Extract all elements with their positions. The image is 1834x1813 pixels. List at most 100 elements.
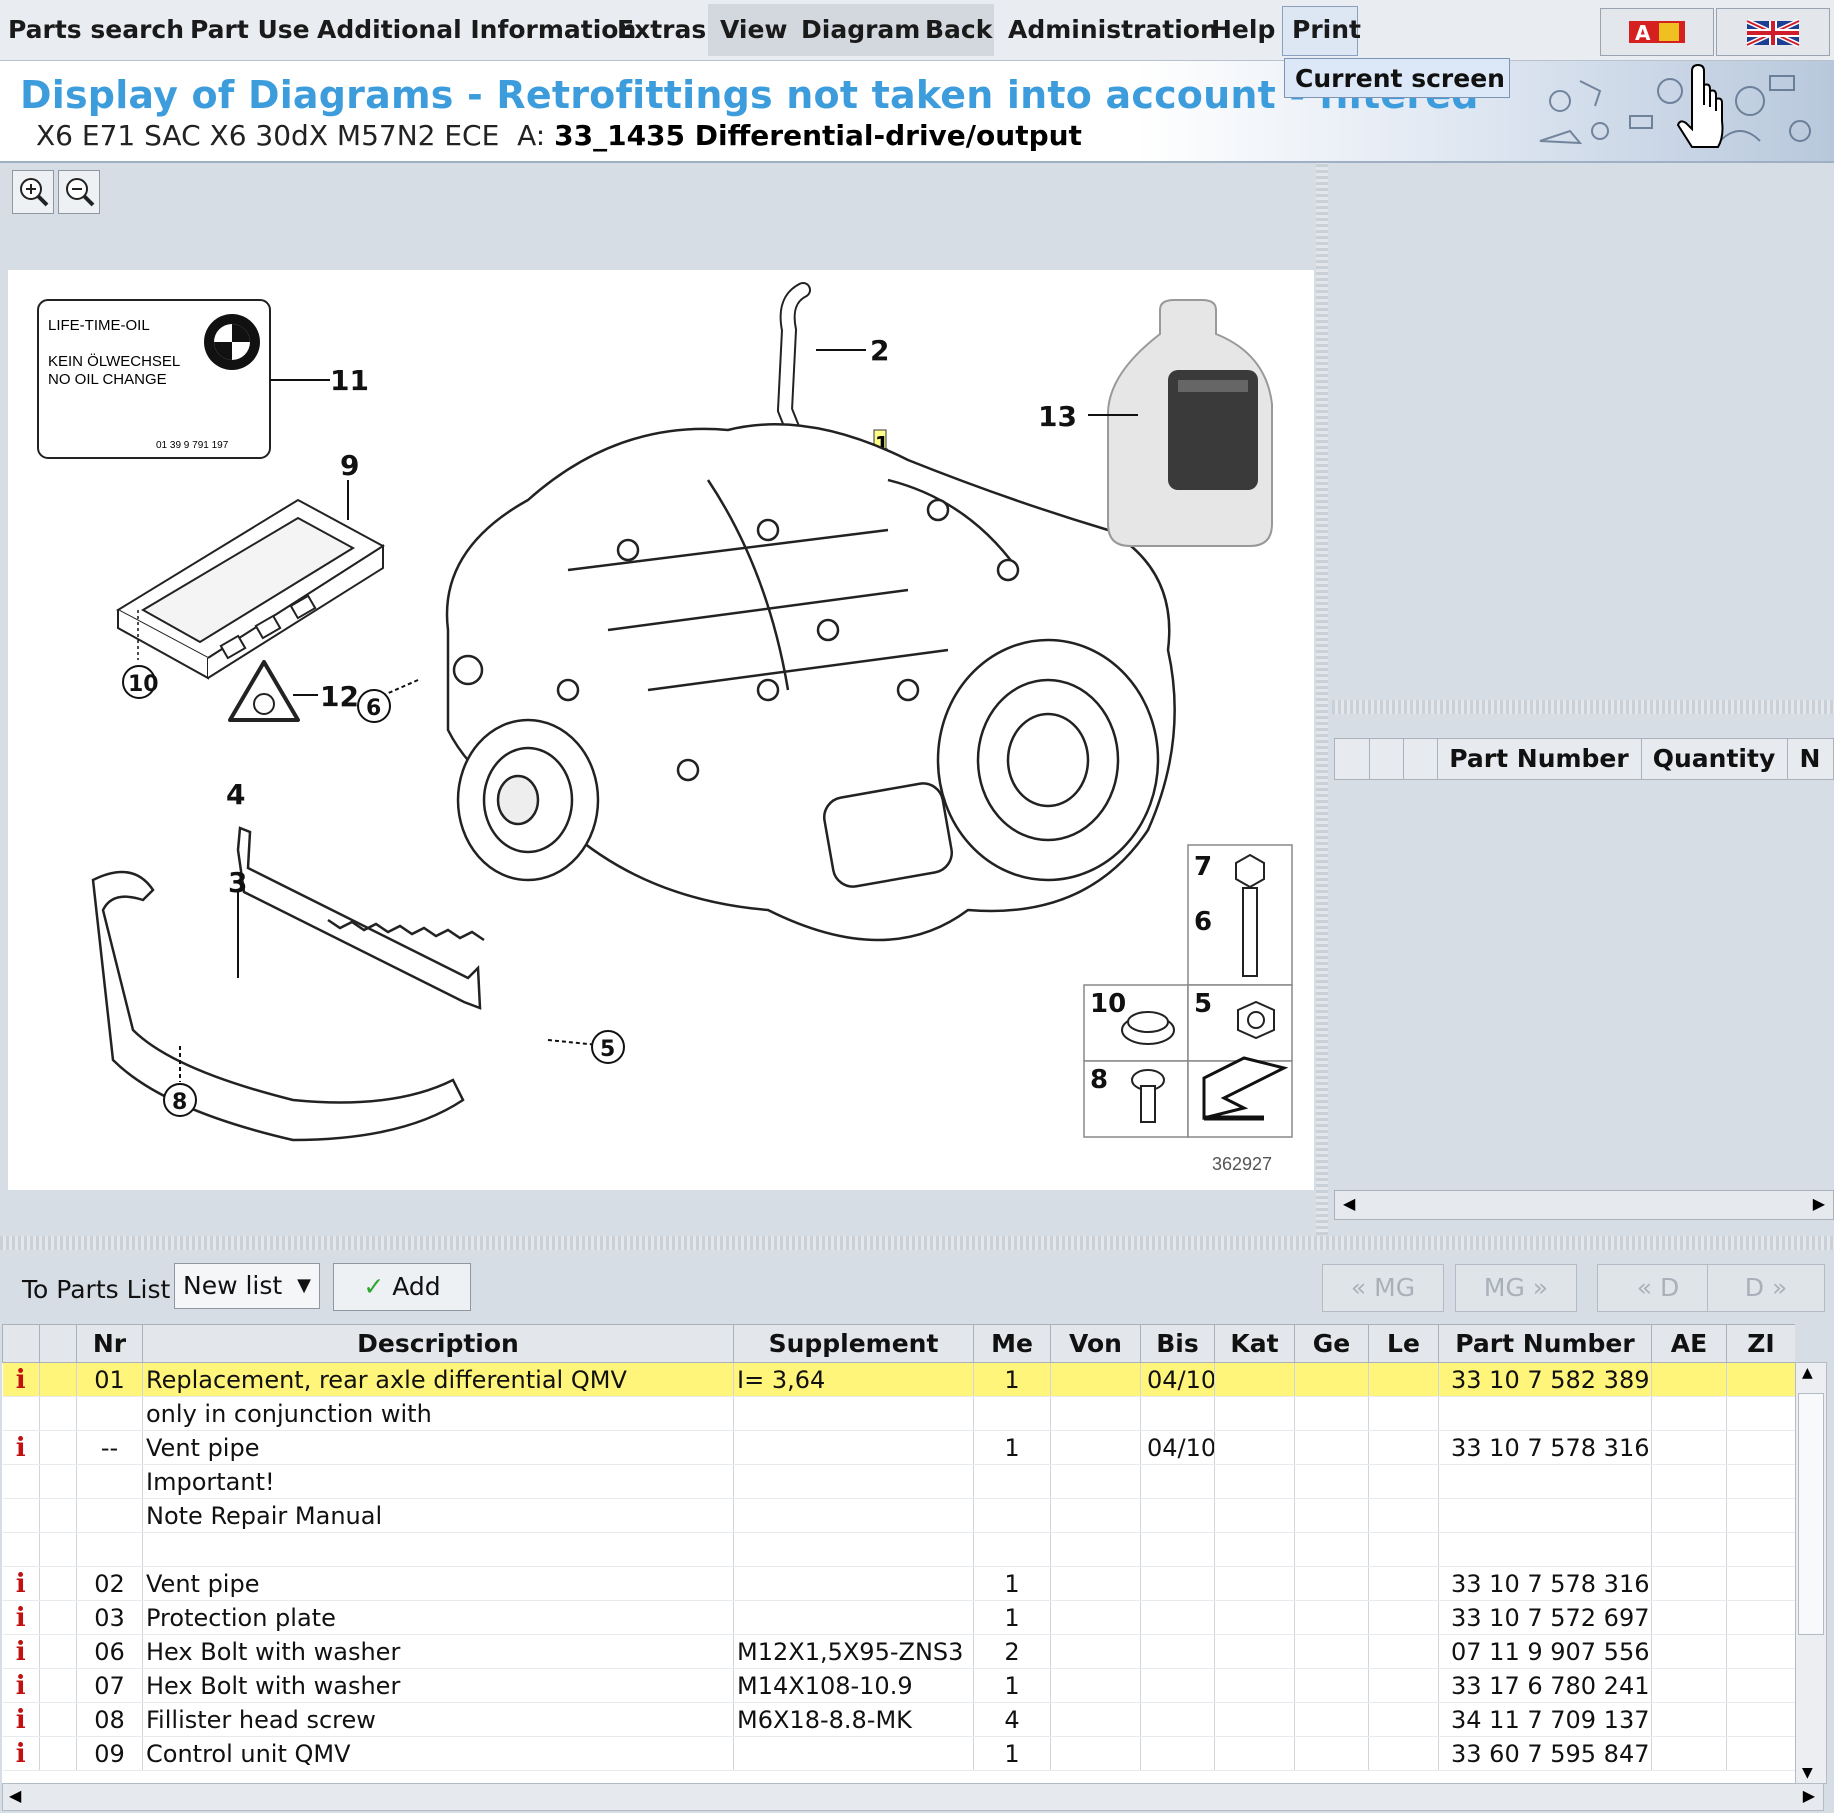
scroll-right-icon[interactable]: ▶ [1813, 1194, 1825, 1213]
zoom-in-button[interactable] [12, 170, 54, 214]
info-icon[interactable] [2, 1498, 40, 1533]
menu-additional-information[interactable]: Additional Information [317, 0, 636, 60]
prev-d-button[interactable]: « D [1597, 1264, 1719, 1312]
table-row[interactable]: i 06 Hex Bolt with washer M12X1,5X95-ZNS3 2 0… [2, 1634, 1795, 1669]
kat-cell [1214, 1736, 1295, 1771]
bis-cell [1140, 1532, 1215, 1567]
col-header-kat[interactable]: Kat [1214, 1324, 1295, 1363]
info-icon[interactable]: i [2, 1634, 40, 1669]
language-german-button[interactable]: A [1600, 8, 1714, 56]
table-vertical-scrollbar[interactable]: ▲ ▼ [1795, 1362, 1827, 1784]
col-header-le[interactable]: Le [1368, 1324, 1439, 1363]
hscroll-right-icon[interactable]: ▶ [1803, 1786, 1815, 1805]
prev-mg-button[interactable]: « MG [1322, 1264, 1444, 1312]
table-row[interactable] [2, 1532, 1795, 1567]
table-row[interactable]: i 02 Vent pipe 1 33 10 7 578 316 [2, 1566, 1795, 1601]
grid-label-7: 7 [1194, 852, 1212, 882]
callout-4: 4 [226, 778, 245, 811]
right-col-quantity[interactable]: Quantity [1641, 739, 1788, 779]
col-header-von[interactable]: Von [1050, 1324, 1141, 1363]
zi-cell [1726, 1600, 1795, 1635]
next-mg-button[interactable]: MG » [1455, 1264, 1577, 1312]
scroll-thumb[interactable] [1798, 1393, 1824, 1635]
add-button[interactable]: ✓ Add [333, 1263, 471, 1311]
menu-extras[interactable]: Extras [617, 0, 706, 60]
part-number-cell [1438, 1532, 1652, 1567]
col-header-info[interactable] [2, 1324, 40, 1363]
me-cell: 1 [973, 1736, 1051, 1771]
table-row[interactable]: only in conjunction with [2, 1396, 1795, 1431]
kat-cell [1214, 1532, 1295, 1567]
info-icon[interactable] [2, 1532, 40, 1567]
right-col-n[interactable]: N [1787, 739, 1833, 779]
table-row[interactable]: i 08 Fillister head screw M6X18-8.8-MK 4 34 1… [2, 1702, 1795, 1737]
info-icon[interactable]: i [2, 1566, 40, 1601]
menu-back[interactable]: Back [925, 0, 992, 60]
language-english-button[interactable] [1716, 8, 1830, 56]
info-icon[interactable]: i [2, 1668, 40, 1703]
supplement-cell: I= 3,64 [733, 1362, 974, 1397]
table-row[interactable]: i 09 Control unit QMV 1 33 60 7 595 847 [2, 1736, 1795, 1771]
col-header-nr[interactable]: Nr [76, 1324, 143, 1363]
menu-parts-search[interactable]: Parts search [8, 0, 184, 60]
col-header-mark[interactable] [39, 1324, 77, 1363]
menu-view[interactable]: View [720, 0, 788, 60]
zoom-out-button[interactable] [58, 170, 100, 214]
checkmark-icon: ✓ [363, 1272, 385, 1301]
col-header-part-number[interactable]: Part Number [1438, 1324, 1652, 1363]
right-col-part-number[interactable]: Part Number [1437, 739, 1642, 779]
table-row[interactable]: i -- Vent pipe 1 04/10 33 10 7 578 316 [2, 1430, 1795, 1465]
von-cell [1050, 1634, 1141, 1669]
menu-help[interactable]: Help [1211, 0, 1275, 60]
von-cell [1050, 1498, 1141, 1533]
scroll-down-icon[interactable]: ▼ [1802, 1765, 1813, 1781]
col-header-ge[interactable]: Ge [1294, 1324, 1369, 1363]
table-row[interactable]: Important! [2, 1464, 1795, 1499]
print-current-screen-option[interactable]: Current screen [1284, 58, 1510, 98]
scroll-up-icon[interactable]: ▲ [1802, 1365, 1813, 1381]
info-icon[interactable] [2, 1464, 40, 1499]
info-icon[interactable] [2, 1396, 40, 1431]
col-header-bis[interactable]: Bis [1140, 1324, 1215, 1363]
menu-part-use[interactable]: Part Use [190, 0, 310, 60]
supplement-cell [733, 1532, 974, 1567]
menu-administration[interactable]: Administration [1008, 0, 1218, 60]
right-panel-splitter[interactable] [1332, 700, 1834, 714]
le-cell [1368, 1430, 1439, 1465]
bmw-logo-icon [204, 314, 260, 370]
info-icon[interactable]: i [2, 1600, 40, 1635]
col-header-ae[interactable]: AE [1651, 1324, 1727, 1363]
table-row[interactable]: i 03 Protection plate 1 33 10 7 572 697 [2, 1600, 1795, 1635]
horizontal-splitter[interactable] [0, 1236, 1834, 1250]
menu-print[interactable]: Print [1292, 0, 1361, 60]
table-row[interactable]: Note Repair Manual [2, 1498, 1795, 1533]
next-d-button[interactable]: D » [1707, 1264, 1825, 1312]
col-header-supplement[interactable]: Supplement [733, 1324, 974, 1363]
right-horizontal-scrollbar[interactable]: ◀ ▶ [1334, 1190, 1834, 1220]
scroll-left-icon[interactable]: ◀ [1343, 1194, 1355, 1213]
menu-diagram[interactable]: Diagram [801, 0, 920, 60]
info-icon[interactable]: i [2, 1362, 40, 1397]
diagram-drawing: LIFE-TIME-OIL KEIN ÖLWECHSEL NO OIL CHAN… [37, 282, 1293, 1174]
col-header-zi[interactable]: ZI [1726, 1324, 1795, 1363]
le-cell [1368, 1396, 1439, 1431]
me-cell: 1 [973, 1362, 1051, 1397]
ae-cell [1651, 1736, 1727, 1771]
parts-list-select[interactable]: New list ▼ [174, 1263, 320, 1309]
col-header-description[interactable]: Description [142, 1324, 734, 1363]
info-icon[interactable]: i [2, 1702, 40, 1737]
kat-cell [1214, 1566, 1295, 1601]
info-icon[interactable]: i [2, 1430, 40, 1465]
ae-cell [1651, 1498, 1727, 1533]
table-horizontal-scrollbar[interactable]: ◀ ▶ [2, 1783, 1824, 1811]
table-header-row: Nr Description Supplement Me Von Bis Kat… [2, 1324, 1795, 1363]
description-cell: Hex Bolt with washer [142, 1668, 734, 1703]
col-header-me[interactable]: Me [973, 1324, 1051, 1363]
vertical-splitter[interactable] [1316, 163, 1328, 1235]
table-row[interactable]: i 07 Hex Bolt with washer M14X108-10.9 1 33 1… [2, 1668, 1795, 1703]
hscroll-left-icon[interactable]: ◀ [9, 1786, 21, 1805]
parts-diagram[interactable]: LIFE-TIME-OIL KEIN ÖLWECHSEL NO OIL CHAN… [8, 270, 1314, 1190]
info-icon[interactable]: i [2, 1736, 40, 1771]
right-panel [1332, 163, 1834, 1235]
table-row[interactable]: i 01 Replacement, rear axle differential Q… [2, 1362, 1795, 1397]
